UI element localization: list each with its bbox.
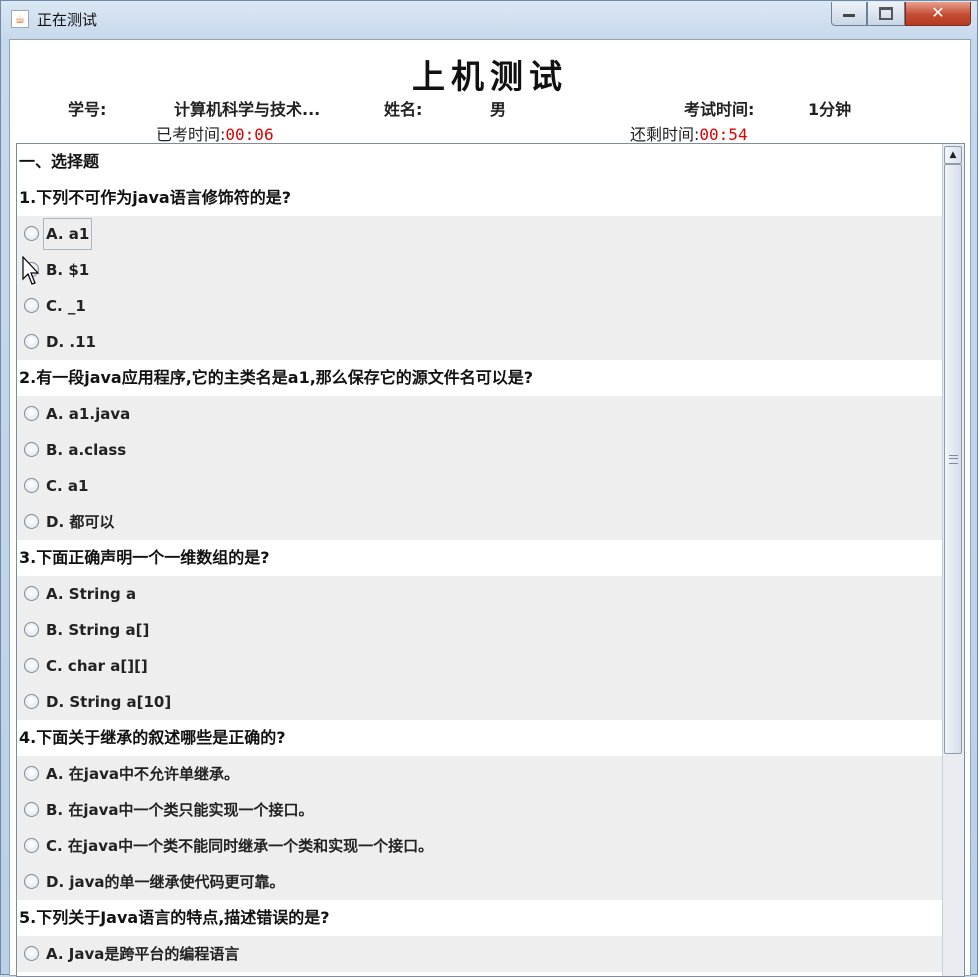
exam-time-label: 考试时间:	[684, 100, 755, 119]
vertical-scrollbar[interactable]: ▲	[942, 144, 964, 976]
option-label[interactable]: A. a1.java	[46, 396, 130, 432]
option-row[interactable]: D. .11	[17, 324, 943, 360]
exam-time-value: 1分钟	[808, 100, 852, 119]
exam-title: 上机测试	[412, 57, 568, 96]
option-label[interactable]: C. 在java中一个类不能同时继承一个类和实现一个接口。	[46, 828, 433, 864]
option-label[interactable]: D. String a[10]	[46, 684, 171, 720]
option-row[interactable]: D. java的单一继承使代码更可靠。	[17, 864, 943, 900]
question-title: 2.有一段java应用程序,它的主类名是a1,那么保存它的源文件名可以是?	[17, 360, 943, 396]
exam-content: 上机测试 学号: 计算机科学与技术... 姓名: 男 考试时间: 1分钟 已考时…	[9, 39, 971, 977]
close-button[interactable]: ✕	[905, 2, 971, 26]
option-row[interactable]: B. String a[]	[17, 612, 943, 648]
elapsed-time: 已考时间:00:06	[156, 121, 274, 145]
radio-button[interactable]	[24, 334, 39, 349]
option-label[interactable]: A. Java是跨平台的编程语言	[46, 936, 239, 972]
question-title: 5.下列关于Java语言的特点,描述错误的是?	[17, 900, 943, 936]
option-row[interactable]: D. 都可以	[17, 504, 943, 540]
option-row[interactable]: D. String a[10]	[17, 684, 943, 720]
option-label[interactable]: B. $1	[46, 252, 89, 288]
radio-button[interactable]	[24, 766, 39, 781]
java-cup-icon: ☕	[11, 10, 29, 28]
option-label[interactable]: A. 在java中不允许单继承。	[46, 756, 239, 792]
student-id-value: 计算机科学与技术...	[174, 100, 321, 119]
option-row[interactable]: C. a1	[17, 468, 943, 504]
option-row[interactable]: C. _1	[17, 288, 943, 324]
student-id-label: 学号:	[68, 100, 107, 119]
arrow-up-icon: ▲	[949, 150, 957, 160]
radio-button[interactable]	[24, 946, 39, 961]
option-label[interactable]: B. 在java中一个类只能实现一个接口。	[46, 792, 314, 828]
elapsed-time-label: 已考时间:	[156, 125, 226, 144]
remaining-time-label: 还剩时间:	[630, 125, 700, 144]
title-bar[interactable]: ☕ 正在测试 ✕	[1, 1, 977, 39]
option-row[interactable]: A. String a	[17, 576, 943, 612]
radio-button[interactable]	[24, 622, 39, 637]
minimize-button[interactable]	[831, 2, 867, 26]
option-row[interactable]: B. $1	[17, 252, 943, 288]
option-row[interactable]: A. a1	[17, 216, 943, 252]
remaining-time-value: 00:54	[699, 125, 748, 144]
option-label[interactable]: C. _1	[46, 288, 86, 324]
scrollbar-thumb[interactable]	[944, 164, 962, 754]
option-row[interactable]: A. a1.java	[17, 396, 943, 432]
close-icon: ✕	[931, 3, 945, 22]
option-row[interactable]: C. char a[][]	[17, 648, 943, 684]
maximize-button[interactable]	[867, 2, 905, 26]
option-label[interactable]: B. String a[]	[46, 612, 149, 648]
option-row[interactable]: A. Java是跨平台的编程语言	[17, 936, 943, 972]
radio-button[interactable]	[24, 298, 39, 313]
name-label: 姓名:	[384, 100, 423, 119]
radio-button[interactable]	[24, 406, 39, 421]
question-title: 4.下面关于继承的叙述哪些是正确的?	[17, 720, 943, 756]
radio-button[interactable]	[24, 694, 39, 709]
radio-button[interactable]	[24, 874, 39, 889]
elapsed-time-value: 00:06	[225, 125, 274, 144]
remaining-time: 还剩时间:00:54	[630, 121, 748, 145]
option-row[interactable]: C. 在java中一个类不能同时继承一个类和实现一个接口。	[17, 828, 943, 864]
scroll-up-button[interactable]: ▲	[944, 146, 962, 164]
option-label[interactable]: D. 都可以	[46, 504, 114, 540]
grip-icon	[949, 455, 958, 464]
question-list: 一、选择题 1.下列不可作为java语言修饰符的是? A. a1 B. $1 C…	[17, 144, 943, 972]
minimize-icon	[843, 14, 855, 17]
option-row[interactable]: A. 在java中不允许单继承。	[17, 756, 943, 792]
radio-button[interactable]	[24, 514, 39, 529]
maximize-icon	[879, 7, 893, 20]
option-label[interactable]: A. String a	[46, 576, 136, 612]
radio-button[interactable]	[24, 226, 39, 241]
option-label[interactable]: A. a1	[42, 218, 93, 250]
section-title: 一、选择题	[17, 144, 943, 180]
option-row[interactable]: B. a.class	[17, 432, 943, 468]
radio-button[interactable]	[24, 802, 39, 817]
mouse-cursor-icon	[22, 256, 40, 285]
radio-button[interactable]	[24, 658, 39, 673]
name-value: 男	[490, 100, 507, 119]
radio-button[interactable]	[24, 478, 39, 493]
question-scroll-pane[interactable]: 一、选择题 1.下列不可作为java语言修饰符的是? A. a1 B. $1 C…	[16, 143, 965, 977]
radio-button[interactable]	[24, 442, 39, 457]
option-row[interactable]: B. 在java中一个类只能实现一个接口。	[17, 792, 943, 828]
radio-button[interactable]	[24, 838, 39, 853]
option-label[interactable]: C. char a[][]	[46, 648, 148, 684]
option-label[interactable]: B. a.class	[46, 432, 126, 468]
option-label[interactable]: C. a1	[46, 468, 89, 504]
option-label[interactable]: D. .11	[46, 324, 96, 360]
window-title: 正在测试	[37, 11, 98, 29]
question-title: 1.下列不可作为java语言修饰符的是?	[17, 180, 943, 216]
option-label[interactable]: D. java的单一继承使代码更可靠。	[46, 864, 285, 900]
question-title: 3.下面正确声明一个一维数组的是?	[17, 540, 943, 576]
exam-window: ☕ 正在测试 ✕ 上机测试 学号: 计算机科学与技术... 姓名: 男 考试时间…	[0, 0, 978, 977]
radio-button[interactable]	[24, 586, 39, 601]
